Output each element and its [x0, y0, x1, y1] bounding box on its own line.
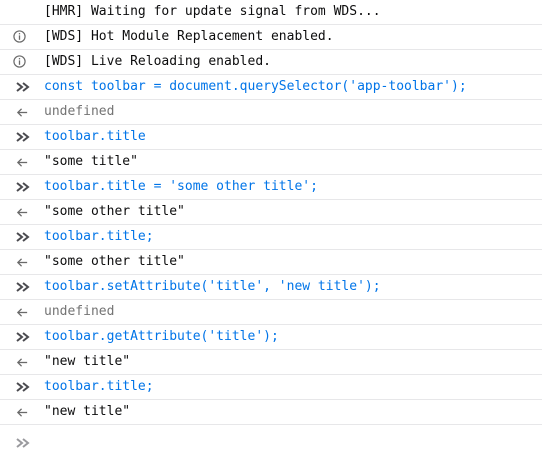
console-row-input: toolbar.title; [0, 375, 542, 400]
console-input-text: toolbar.setAttribute('title', 'new title… [44, 279, 381, 294]
console-row-input: const toolbar = document.querySelector('… [0, 75, 542, 100]
input-chevrons-icon [16, 332, 30, 342]
row-gutter [0, 250, 38, 275]
console-input-text: const toolbar = document.querySelector('… [44, 79, 467, 94]
console-row-result: "some title" [0, 150, 542, 175]
row-gutter [0, 225, 38, 250]
info-icon [13, 55, 26, 68]
result-arrow-icon [16, 258, 28, 267]
result-arrow-icon [16, 158, 28, 167]
input-chevrons-icon [16, 382, 30, 392]
console-row-log: [HMR] Waiting for update signal from WDS… [0, 0, 542, 25]
console-row-result-undefined: undefined [0, 300, 542, 325]
input-chevrons-icon [16, 282, 30, 292]
row-gutter [0, 400, 38, 425]
console-output: [HMR] Waiting for update signal from WDS… [0, 0, 542, 425]
result-arrow-icon [16, 408, 28, 417]
console-result-text: "some other title" [44, 204, 185, 219]
row-gutter [0, 350, 38, 375]
row-gutter [0, 50, 38, 75]
row-gutter [0, 125, 38, 150]
console-input-text: toolbar.title; [44, 379, 154, 394]
console-result-text: "new title" [44, 404, 131, 419]
row-gutter [0, 150, 38, 175]
console-input[interactable] [44, 432, 528, 456]
console-row-info: [WDS] Live Reloading enabled. [0, 50, 542, 75]
console-row-result: "some other title" [0, 250, 542, 275]
console-result-text: "some other title" [44, 254, 185, 269]
input-chevrons-icon [16, 82, 30, 92]
console-row-info: [WDS] Hot Module Replacement enabled. [0, 25, 542, 50]
console-row-result: "new title" [0, 350, 542, 375]
console-result-text: "new title" [44, 354, 131, 369]
console-message-text: [WDS] Hot Module Replacement enabled. [44, 29, 334, 44]
console-input-text: toolbar.title [44, 129, 146, 144]
result-arrow-icon [16, 108, 28, 117]
web-console: [HMR] Waiting for update signal from WDS… [0, 0, 542, 471]
console-prompt-row [0, 425, 542, 465]
input-chevrons-icon [16, 132, 30, 142]
row-gutter [0, 275, 38, 300]
row-gutter [0, 25, 38, 50]
console-input-text: toolbar.title = 'some other title'; [44, 179, 318, 194]
console-result-text: undefined [44, 304, 115, 319]
row-gutter [0, 100, 38, 125]
console-input-text: toolbar.title; [44, 229, 154, 244]
input-chevrons-icon [16, 232, 30, 242]
row-gutter [0, 325, 38, 350]
row-gutter [0, 375, 38, 400]
result-arrow-icon [16, 308, 28, 317]
console-message-text: [WDS] Live Reloading enabled. [44, 54, 271, 69]
result-arrow-icon [16, 208, 28, 217]
console-result-text: undefined [44, 104, 115, 119]
row-gutter [0, 75, 38, 100]
row-gutter [0, 0, 38, 25]
row-gutter [0, 300, 38, 325]
console-input-text: toolbar.getAttribute('title'); [44, 329, 279, 344]
input-chevrons-icon [16, 182, 30, 192]
console-row-input: toolbar.title; [0, 225, 542, 250]
row-gutter [0, 200, 38, 225]
console-row-result: "some other title" [0, 200, 542, 225]
info-icon [13, 30, 26, 43]
prompt-chevrons-icon [16, 438, 30, 448]
console-message-text: [HMR] Waiting for update signal from WDS… [44, 4, 381, 19]
result-arrow-icon [16, 358, 28, 367]
row-gutter [0, 175, 38, 200]
console-row-input: toolbar.title [0, 125, 542, 150]
console-row-input: toolbar.title = 'some other title'; [0, 175, 542, 200]
console-row-result: "new title" [0, 400, 542, 425]
console-row-input: toolbar.setAttribute('title', 'new title… [0, 275, 542, 300]
console-row-result-undefined: undefined [0, 100, 542, 125]
console-row-input: toolbar.getAttribute('title'); [0, 325, 542, 350]
console-result-text: "some title" [44, 154, 138, 169]
